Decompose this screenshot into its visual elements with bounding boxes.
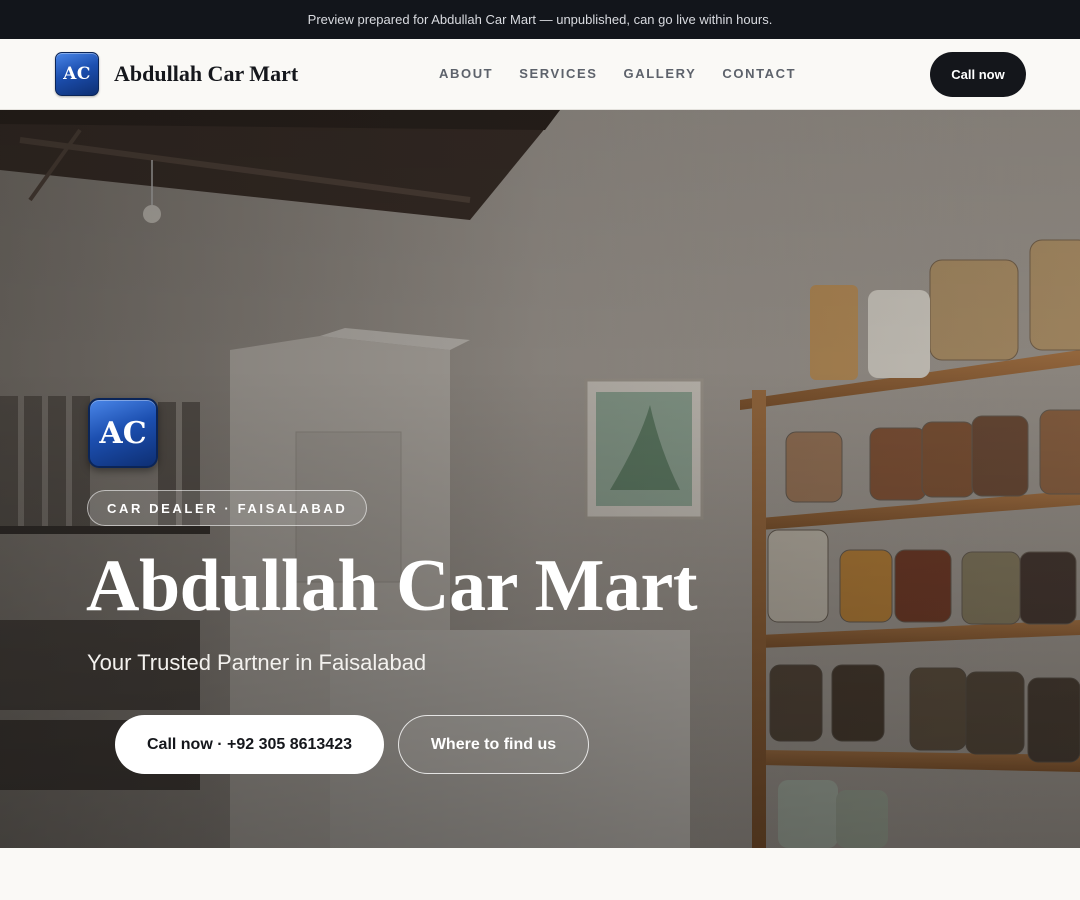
header-call-button[interactable]: Call now	[930, 52, 1026, 97]
nav-link-services[interactable]: SERVICES	[519, 66, 597, 81]
hero-call-button[interactable]: Call now · +92 305 8613423	[115, 715, 384, 774]
nav-link-about[interactable]: ABOUT	[439, 66, 493, 81]
brand-logo[interactable]: AC	[55, 52, 99, 96]
brand-name[interactable]: Abdullah Car Mart	[114, 61, 298, 87]
brand-logo-initials: AC	[63, 64, 91, 84]
hero-title: Abdullah Car Mart	[86, 545, 697, 627]
nav-link-gallery[interactable]: GALLERY	[624, 66, 697, 81]
hero-logo: AC	[88, 398, 158, 468]
preview-banner: Preview prepared for Abdullah Car Mart —…	[0, 0, 1080, 39]
hero-logo-initials: AC	[99, 415, 147, 451]
hero-subtitle: Your Trusted Partner in Faisalabad	[87, 650, 427, 675]
hero-find-us-button[interactable]: Where to find us	[398, 715, 589, 774]
hero-section: AC CAR DEALER · FAISALABAD Abdullah Car …	[0, 110, 1080, 848]
site-header: AC Abdullah Car Mart ABOUT SERVICES GALL…	[0, 39, 1080, 110]
preview-banner-text: Preview prepared for Abdullah Car Mart —…	[307, 12, 773, 27]
nav-link-contact[interactable]: CONTACT	[722, 66, 796, 81]
main-nav: ABOUT SERVICES GALLERY CONTACT	[439, 66, 796, 81]
hero-category-tag: CAR DEALER · FAISALABAD	[87, 490, 368, 526]
